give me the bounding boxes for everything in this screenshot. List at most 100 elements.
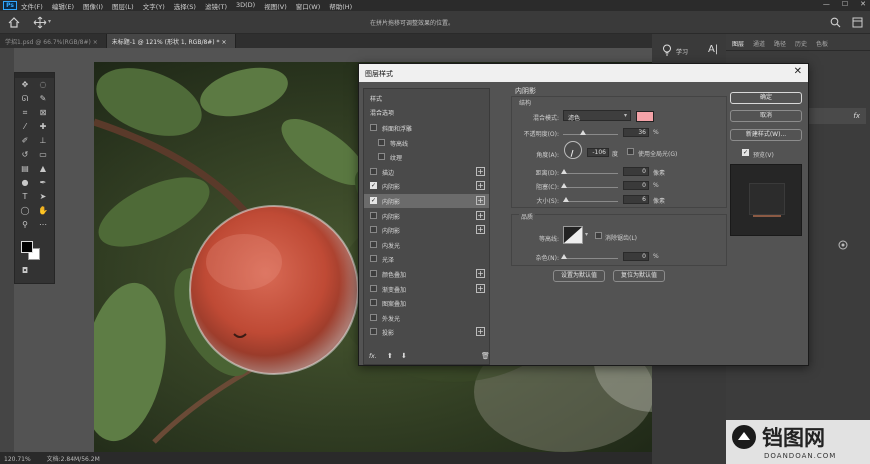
global-light-checkbox[interactable] bbox=[627, 148, 634, 155]
panel-tab[interactable]: 色板 bbox=[816, 39, 828, 48]
style-checkbox[interactable] bbox=[370, 226, 377, 234]
panel-tab[interactable]: 路径 bbox=[774, 39, 786, 48]
size-slider[interactable] bbox=[563, 201, 618, 202]
menu-item[interactable]: 图像(I) bbox=[83, 1, 103, 11]
menu-item[interactable]: 滤镜(T) bbox=[205, 1, 227, 11]
menu-item[interactable]: 帮助(H) bbox=[329, 1, 352, 11]
style-row[interactable]: 颜色叠加 + bbox=[364, 267, 489, 281]
style-row[interactable]: 图案叠加 bbox=[364, 296, 489, 310]
noise-slider-knob[interactable] bbox=[561, 254, 567, 259]
frame-tool-icon[interactable]: ⊠ bbox=[37, 107, 49, 119]
styles-header[interactable]: 样式 bbox=[370, 94, 382, 103]
history-brush-icon[interactable]: ↺ bbox=[19, 149, 31, 161]
style-row[interactable]: 内阴影 + bbox=[364, 223, 489, 237]
healing-tool-icon[interactable]: ✚ bbox=[37, 121, 49, 133]
add-style-icon[interactable]: + bbox=[476, 210, 485, 220]
distance-slider-knob[interactable] bbox=[561, 169, 567, 174]
style-row[interactable]: 投影 + bbox=[364, 325, 489, 339]
blend-options-item[interactable]: 混合选项 bbox=[370, 108, 394, 117]
more-tools-icon[interactable]: ⋯ bbox=[37, 219, 49, 231]
style-row[interactable]: 等高线 bbox=[364, 136, 489, 150]
shape-tool-icon[interactable]: ◯ bbox=[19, 205, 31, 217]
style-row[interactable]: ✓ 内阴影 + bbox=[364, 194, 489, 208]
opacity-slider-knob[interactable] bbox=[579, 130, 586, 135]
style-checkbox[interactable] bbox=[370, 328, 377, 336]
add-style-icon[interactable]: + bbox=[476, 283, 485, 293]
menu-item[interactable]: 文件(F) bbox=[21, 1, 43, 11]
move-down-icon[interactable]: ⬇ bbox=[401, 352, 407, 360]
stamp-tool-icon[interactable]: ⊥ bbox=[37, 135, 49, 147]
style-row[interactable]: 内发光 bbox=[364, 238, 489, 252]
style-checkbox[interactable] bbox=[370, 240, 377, 248]
add-style-icon[interactable]: + bbox=[476, 181, 485, 191]
preview-checkbox[interactable]: ✓ bbox=[742, 149, 749, 156]
choke-slider-knob[interactable] bbox=[561, 183, 567, 188]
panel-tab[interactable]: 通道 bbox=[753, 39, 765, 48]
blend-mode-select[interactable]: 滤色 ▾ bbox=[563, 110, 631, 122]
style-row[interactable]: 光泽 bbox=[364, 252, 489, 266]
choke-input[interactable]: 0 bbox=[623, 181, 649, 190]
add-style-icon[interactable]: + bbox=[476, 269, 485, 278]
style-checkbox[interactable] bbox=[370, 124, 377, 131]
type-tool-icon[interactable]: T bbox=[19, 191, 31, 203]
style-row[interactable]: 描边 + bbox=[364, 165, 489, 179]
cancel-button[interactable]: 取消 bbox=[730, 110, 802, 122]
eyedropper-tool-icon[interactable]: ⁄ bbox=[19, 121, 31, 133]
contour-preview[interactable] bbox=[563, 226, 583, 244]
distance-slider[interactable] bbox=[563, 173, 618, 174]
panel-tab[interactable]: 历史 bbox=[795, 39, 807, 48]
angle-input[interactable]: -106 bbox=[587, 148, 609, 157]
search-icon[interactable] bbox=[830, 17, 841, 28]
move-tool-icon[interactable]: ✥ bbox=[19, 79, 31, 91]
distance-input[interactable]: 0 bbox=[623, 167, 649, 176]
close-window-button[interactable]: ✕ bbox=[860, 0, 866, 8]
toolbar-grip[interactable] bbox=[15, 73, 54, 78]
style-checkbox[interactable] bbox=[370, 299, 377, 307]
style-checkbox[interactable] bbox=[378, 153, 385, 161]
minimize-button[interactable]: — bbox=[823, 0, 830, 8]
fx-menu-icon[interactable]: fx. bbox=[369, 353, 377, 360]
style-row[interactable]: 斜面和浮雕 bbox=[364, 121, 489, 135]
zoom-tool-icon[interactable]: ⚲ bbox=[19, 219, 31, 231]
new-style-button[interactable]: 新建样式(W)... bbox=[730, 129, 802, 141]
dialog-close-button[interactable]: ✕ bbox=[794, 66, 802, 77]
brush-tool-icon[interactable]: ✐ bbox=[19, 135, 31, 147]
style-row[interactable]: 内阴影 + bbox=[364, 209, 489, 223]
crop-tool-icon[interactable]: ⌗ bbox=[19, 107, 31, 119]
pen-tool-icon[interactable]: ✒ bbox=[37, 177, 49, 189]
move-tool-icon[interactable] bbox=[33, 16, 47, 29]
eraser-tool-icon[interactable]: ▭ bbox=[37, 149, 49, 161]
lightbulb-icon[interactable] bbox=[662, 44, 672, 56]
document-tab[interactable]: 未标题-1 @ 121% (形状 1, RGB/8#) * × bbox=[106, 34, 236, 48]
hand-tool-icon[interactable]: ✋ bbox=[37, 205, 49, 217]
add-style-icon[interactable]: + bbox=[476, 196, 485, 205]
set-default-button[interactable]: 设置为默认值 bbox=[553, 270, 605, 282]
menu-item[interactable]: 视图(V) bbox=[264, 1, 287, 11]
style-checkbox[interactable] bbox=[370, 313, 377, 321]
lasso-tool-icon[interactable]: ᘏ bbox=[19, 93, 31, 105]
menu-item[interactable]: 图层(L) bbox=[112, 1, 134, 11]
style-checkbox[interactable] bbox=[370, 284, 377, 292]
opacity-slider[interactable] bbox=[563, 134, 618, 135]
style-checkbox[interactable] bbox=[370, 255, 377, 263]
size-input[interactable]: 6 bbox=[623, 195, 649, 204]
menu-item[interactable]: 选择(S) bbox=[174, 1, 196, 11]
dodge-tool-icon[interactable]: ● bbox=[19, 177, 31, 189]
maximize-button[interactable]: ☐ bbox=[842, 0, 848, 8]
menu-item[interactable]: 窗口(W) bbox=[296, 1, 321, 11]
panel-tab[interactable]: 图层 bbox=[732, 39, 744, 48]
dialog-title-bar[interactable]: 图层样式 ✕ bbox=[359, 64, 808, 82]
character-panel-icon[interactable]: A| bbox=[708, 44, 718, 55]
fx-badge[interactable]: fx bbox=[853, 112, 860, 120]
learn-label[interactable]: 学习 bbox=[676, 47, 688, 56]
reset-default-button[interactable]: 复位为默认值 bbox=[613, 270, 665, 282]
style-row[interactable]: 渐变叠加 + bbox=[364, 282, 489, 296]
menu-item[interactable]: 3D(D) bbox=[236, 1, 255, 11]
style-row[interactable]: 纹理 bbox=[364, 150, 489, 164]
panel-lock-icon[interactable] bbox=[838, 240, 848, 250]
menu-item[interactable]: 文字(Y) bbox=[143, 1, 165, 11]
size-slider-knob[interactable] bbox=[563, 197, 569, 202]
zoom-level[interactable]: 120.71% bbox=[4, 456, 31, 463]
add-style-icon[interactable]: + bbox=[476, 327, 485, 337]
blur-tool-icon[interactable]: ▲ bbox=[37, 163, 49, 175]
